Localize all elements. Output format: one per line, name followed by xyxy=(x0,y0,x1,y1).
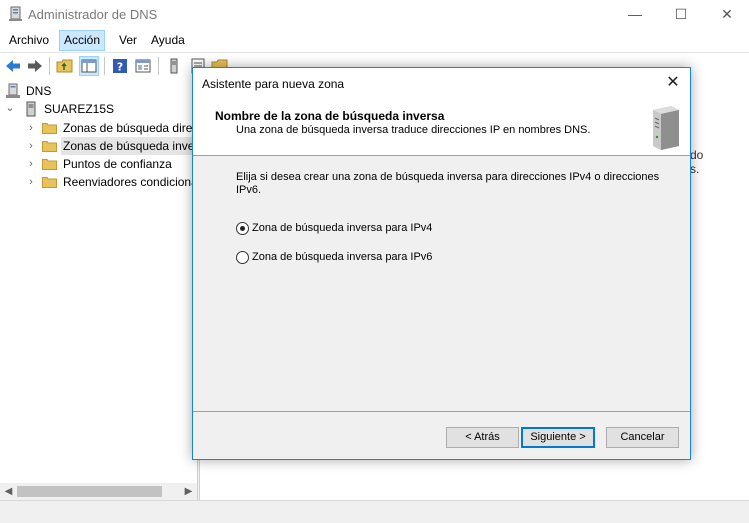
cancel-button[interactable]: Cancelar xyxy=(606,427,679,448)
dns-icon xyxy=(6,83,20,98)
dialog-close-icon[interactable]: ✕ xyxy=(656,68,690,98)
right-pane-fragment: s. xyxy=(690,162,700,176)
wizard-description: Elija si desea crear una zona de búsqued… xyxy=(236,171,660,196)
ipv4-radio-label[interactable]: Zona de búsqueda inversa para IPv4 xyxy=(252,220,432,236)
scroll-right-icon[interactable]: ▶ xyxy=(180,483,197,500)
up-folder-icon[interactable] xyxy=(56,57,74,75)
back-icon[interactable] xyxy=(4,57,22,75)
server-tower-icon xyxy=(653,106,679,150)
tree-label: Reenviadores condicionales xyxy=(63,175,197,189)
console-tree: DNS ⌄ SUAREZ15S › Zonas de búsqueda dire… xyxy=(0,80,197,500)
folder-icon xyxy=(42,159,57,170)
forward-icon[interactable] xyxy=(26,57,44,75)
ipv4-radio[interactable] xyxy=(236,222,249,235)
chevron-right-icon[interactable]: › xyxy=(26,137,36,155)
tree-item-reverse-zones[interactable]: › Zonas de búsqueda inversa xyxy=(0,137,197,155)
tree-label: Zonas de búsqueda inversa xyxy=(61,137,197,155)
chevron-right-icon[interactable]: › xyxy=(26,155,36,173)
toolbar-separator xyxy=(104,57,105,75)
close-button[interactable]: ✕ xyxy=(704,0,749,28)
dialog-title: Asistente para nueva zona xyxy=(202,77,345,91)
svg-text:?: ? xyxy=(117,61,123,74)
folder-icon xyxy=(42,141,57,152)
tree-label: Zonas de búsqueda directa xyxy=(63,121,197,135)
chevron-down-icon[interactable]: ⌄ xyxy=(5,99,15,117)
server-icon[interactable] xyxy=(165,57,183,75)
menu-ver[interactable]: Ver xyxy=(115,30,141,51)
right-pane-fragment: do xyxy=(690,148,704,162)
menu-bar: Archivo Acción Ver Ayuda xyxy=(0,30,749,51)
dns-app-icon xyxy=(9,6,22,21)
maximize-button[interactable]: ☐ xyxy=(658,0,704,28)
minimize-button[interactable]: — xyxy=(612,0,658,28)
server-icon xyxy=(26,101,36,117)
properties-icon[interactable] xyxy=(134,57,152,75)
wizard-header: Nombre de la zona de búsqueda inversa Un… xyxy=(193,98,690,156)
status-bar xyxy=(0,500,749,523)
back-button[interactable]: < Atrás xyxy=(446,427,519,448)
window-title: Administrador de DNS xyxy=(28,7,158,22)
help-icon[interactable]: ? xyxy=(111,57,129,75)
show-hide-tree-icon[interactable] xyxy=(79,56,99,76)
maximize-icon: ☐ xyxy=(674,5,688,22)
folder-icon xyxy=(42,177,57,188)
ipv6-radio-label[interactable]: Zona de búsqueda inversa para IPv6 xyxy=(252,249,432,265)
tree-label: DNS xyxy=(26,84,52,98)
close-icon: ✕ xyxy=(721,5,733,22)
tree-label: SUAREZ15S xyxy=(44,102,115,116)
menu-archivo[interactable]: Archivo xyxy=(5,30,53,51)
wizard-heading: Nombre de la zona de búsqueda inversa xyxy=(215,109,445,123)
minimize-icon: — xyxy=(628,6,642,22)
menu-accion[interactable]: Acción xyxy=(59,30,106,51)
tree-item-conditional-forwarders[interactable]: › Reenviadores condicionales xyxy=(0,173,197,191)
dns-manager-window: Administrador de DNS — ☐ ✕ Archivo Acció… xyxy=(0,0,749,523)
tree-item-forward-zones[interactable]: › Zonas de búsqueda directa xyxy=(0,119,197,137)
dialog-title-bar: Asistente para nueva zona ✕ xyxy=(193,68,690,98)
wizard-body: Elija si desea crear una zona de búsqued… xyxy=(193,157,690,412)
scrollbar-thumb[interactable] xyxy=(17,486,162,497)
tree-horizontal-scrollbar[interactable]: ◀ ▶ xyxy=(0,483,197,500)
toolbar-separator xyxy=(158,57,159,75)
chevron-right-icon[interactable]: › xyxy=(26,173,36,191)
wizard-subheading: Una zona de búsqueda inversa traduce dir… xyxy=(236,124,591,136)
menu-ayuda[interactable]: Ayuda xyxy=(147,30,189,51)
toolbar-separator xyxy=(49,57,50,75)
chevron-right-icon[interactable]: › xyxy=(26,119,36,137)
next-button[interactable]: Siguiente > xyxy=(521,427,595,448)
scroll-left-icon[interactable]: ◀ xyxy=(0,483,17,500)
ipv6-radio[interactable] xyxy=(236,251,249,264)
right-pane-text: do s. xyxy=(690,148,703,176)
tree-label: Puntos de confianza xyxy=(63,157,172,171)
folder-icon xyxy=(42,123,57,134)
tree-item-trust-points[interactable]: › Puntos de confianza xyxy=(0,155,197,173)
title-bar: Administrador de DNS — ☐ ✕ xyxy=(0,0,749,30)
new-zone-wizard-dialog: Asistente para nueva zona ✕ Nombre de la… xyxy=(192,67,691,460)
dialog-separator xyxy=(193,411,690,412)
